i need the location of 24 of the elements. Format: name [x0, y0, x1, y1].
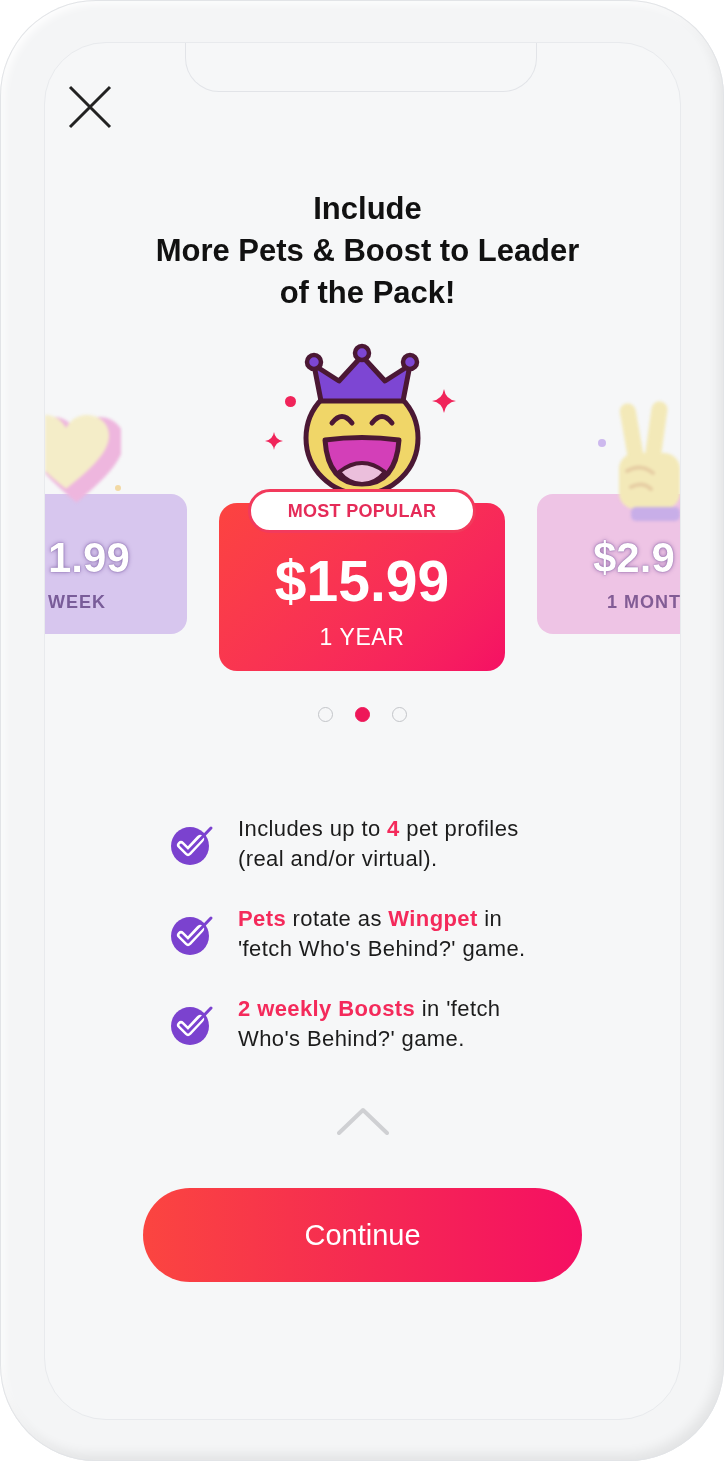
dot-icon	[115, 485, 121, 491]
plan-price: 1.99	[48, 534, 131, 582]
plan-card[interactable]: 1.99 WEEK	[45, 494, 187, 634]
plan-period: 1 MONT	[606, 592, 680, 612]
dot-icon	[285, 396, 296, 407]
close-icon	[68, 85, 112, 129]
plan-price: $15.99	[273, 551, 451, 611]
sparkle-icon	[432, 389, 456, 413]
feature-text: Pets rotate as Wingpet in 'fetch Who's Behind?' game.	[238, 905, 526, 963]
feature-text: Includes up to 4 pet profiles (real and/or virtual).	[238, 815, 519, 873]
feature-text: 2 weekly Boosts in 'fetch Who's Behind?' game.	[238, 995, 501, 1053]
most-popular-badge: MOST POPULAR	[248, 489, 476, 533]
plan-price: $2.9	[593, 534, 676, 582]
pager-dot[interactable]	[355, 707, 370, 722]
close-button[interactable]	[68, 85, 112, 129]
continue-button[interactable]: Continue	[143, 1188, 582, 1282]
plan-period: 1 YEAR	[318, 624, 406, 650]
sparkle-icon	[265, 432, 283, 450]
title-heading: Include More Pets & Boost to Leader of the Pack!	[154, 190, 581, 312]
plan-card[interactable]: MOST POPULAR $15.99 1 YEAR	[219, 489, 505, 671]
plan-card[interactable]: $2.9 1 MONT	[537, 494, 680, 634]
dot-icon	[598, 439, 606, 447]
plan-period: WEEK	[48, 592, 107, 612]
chevron-up-icon[interactable]	[336, 1107, 389, 1135]
